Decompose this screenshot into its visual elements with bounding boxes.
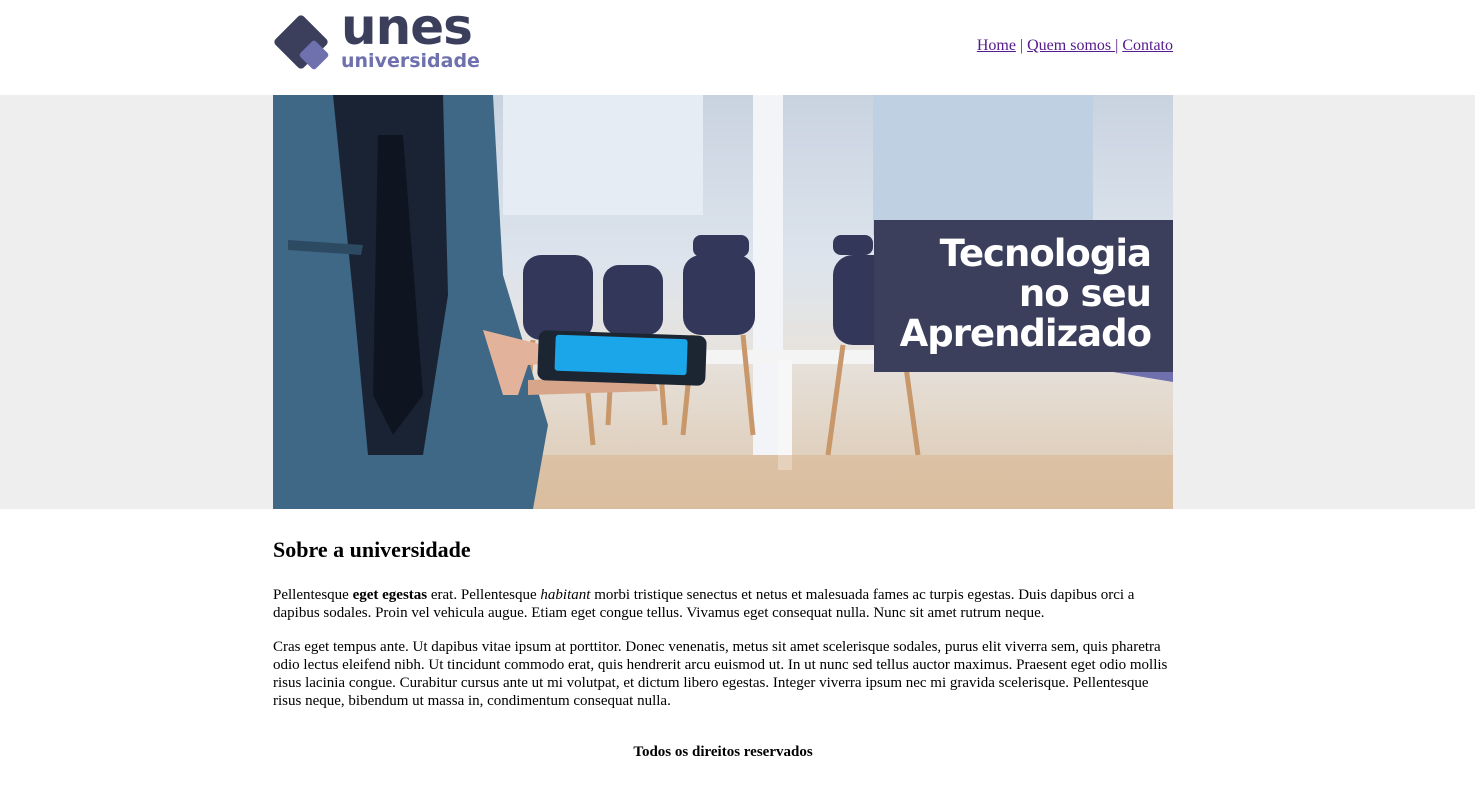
caption-accent-shape <box>1113 372 1173 382</box>
hero-banner: Tecnologia no seu Aprendizado <box>273 95 1173 509</box>
logo-subtitle: universidade <box>341 50 480 72</box>
page-wrapper: unes universidade Home | Quem somos | Co… <box>273 0 1173 95</box>
nav-link-quem-somos[interactable]: Quem somos <box>1027 37 1115 54</box>
italic-text: habitant <box>540 587 591 603</box>
banner-caption-line: Aprendizado <box>899 312 1152 355</box>
bold-text: eget egestas <box>352 587 428 603</box>
nav-link-home[interactable]: Home <box>977 37 1016 54</box>
about-paragraph-1: Pellentesque eget egestas erat. Pellente… <box>273 586 1173 622</box>
site-logo[interactable]: unes universidade <box>273 2 488 76</box>
content-wrapper: Sobre a universidade Pellentesque eget e… <box>273 509 1173 761</box>
site-footer: Todos os direitos reservados <box>633 744 813 760</box>
banner-band: Tecnologia no seu Aprendizado <box>0 95 1475 509</box>
about-section: Sobre a universidade Pellentesque eget e… <box>273 509 1173 710</box>
nav-link-contato[interactable]: Contato <box>1122 37 1173 54</box>
logo-diamond-icon <box>274 15 329 70</box>
nav-separator: | <box>1115 37 1119 54</box>
banner-caption-line: Tecnologia <box>939 232 1152 275</box>
text-run: Pellentesque <box>273 587 353 603</box>
section-title: Sobre a universidade <box>273 537 471 562</box>
site-header: unes universidade Home | Quem somos | Co… <box>273 0 1173 95</box>
nav-separator: | <box>1019 37 1024 54</box>
banner-caption-line: no seu <box>1018 272 1152 315</box>
main-nav: Home | Quem somos | Contato <box>977 37 1173 55</box>
banner-caption: Tecnologia no seu Aprendizado <box>874 220 1173 372</box>
text-run: erat. Pellentesque <box>427 587 541 603</box>
about-paragraph-2: Cras eget tempus ante. Ut dapibus vitae … <box>273 639 1168 709</box>
logo-wordmark: unes <box>341 0 473 56</box>
